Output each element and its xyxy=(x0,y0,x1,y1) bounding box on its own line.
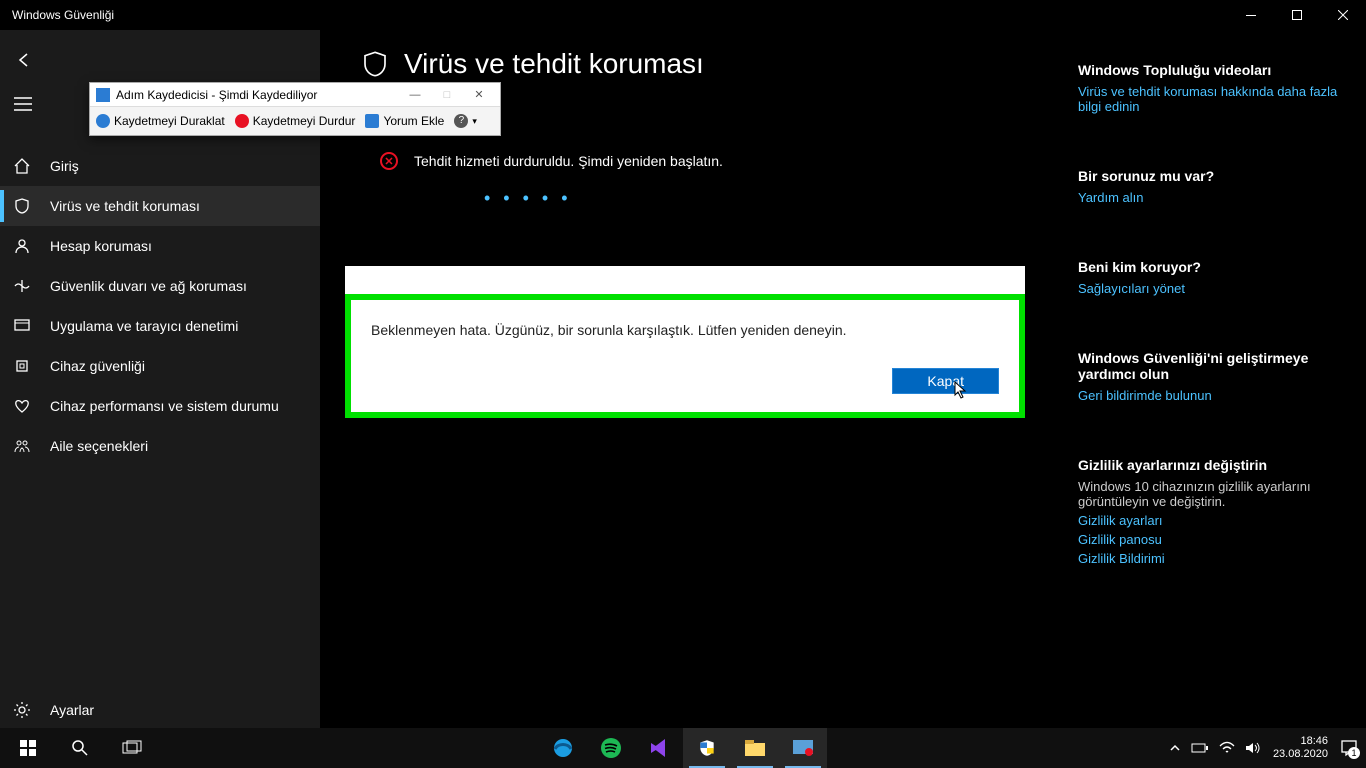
right-privacy-heading: Gizlilik ayarlarınızı değiştirin xyxy=(1078,457,1338,473)
right-privacy-statement-link[interactable]: Gizlilik Bildirimi xyxy=(1078,551,1338,566)
right-videos-link[interactable]: Virüs ve tehdit koruması hakkında daha f… xyxy=(1078,84,1338,114)
psr-comment-button[interactable]: Yorum Ekle xyxy=(365,114,444,128)
nav-label: Giriş xyxy=(50,158,79,174)
help-icon: ? xyxy=(454,114,468,128)
dialog-top-strip xyxy=(345,266,1025,294)
threat-status-row: ✕ Tehdit hizmeti durduruldu. Şimdi yenid… xyxy=(380,152,1026,170)
tray-sound-icon[interactable] xyxy=(1245,741,1261,755)
status-text: Tehdit hizmeti durduruldu. Şimdi yeniden… xyxy=(414,153,723,169)
nav-home[interactable]: Giriş xyxy=(0,146,320,186)
dropdown-icon: ▾ xyxy=(472,116,477,127)
chip-icon xyxy=(12,357,32,375)
right-question-heading: Bir sorunuz mu var? xyxy=(1078,168,1338,184)
taskbar-explorer[interactable] xyxy=(731,728,779,768)
taskbar-windows-security[interactable] xyxy=(683,728,731,768)
selection-indicator xyxy=(0,190,4,222)
family-icon xyxy=(12,437,32,455)
person-icon xyxy=(12,237,32,255)
right-help-link[interactable]: Yardım alın xyxy=(1078,190,1338,205)
psr-comment-label: Yorum Ekle xyxy=(383,114,444,128)
taskbar-steps-recorder[interactable] xyxy=(779,728,827,768)
nav-firewall[interactable]: Güvenlik duvarı ve ağ koruması xyxy=(0,266,320,306)
right-improve-heading: Windows Güvenliği'ni geliştirmeye yardım… xyxy=(1078,350,1338,382)
back-button[interactable] xyxy=(0,38,320,82)
psr-toolbar: Kaydetmeyi Duraklat Kaydetmeyi Durdur Yo… xyxy=(90,107,500,135)
window-title: Windows Güvenliği xyxy=(12,8,114,22)
tray-battery-icon[interactable] xyxy=(1191,742,1209,754)
nav-virus[interactable]: Virüs ve tehdit koruması xyxy=(0,186,320,226)
minimize-button[interactable] xyxy=(1228,0,1274,30)
action-center-button[interactable]: 1 xyxy=(1340,739,1358,757)
maximize-button[interactable] xyxy=(1274,0,1320,30)
nav-app[interactable]: Uygulama ve tarayıcı denetimi xyxy=(0,306,320,346)
start-button[interactable] xyxy=(4,728,52,768)
psr-title-text: Adım Kaydedicisi - Şimdi Kaydediliyor xyxy=(116,88,317,102)
sidebar: Giriş Virüs ve tehdit koruması Hesap kor… xyxy=(0,30,320,738)
nav-label: Cihaz performansı ve sistem durumu xyxy=(50,398,279,414)
steps-recorder-window[interactable]: Adım Kaydedicisi - Şimdi Kaydediliyor — … xyxy=(89,82,501,136)
nav-family[interactable]: Aile seçenekleri xyxy=(0,426,320,466)
taskbar-clock[interactable]: 18:46 23.08.2020 xyxy=(1273,735,1328,761)
pause-icon xyxy=(96,114,110,128)
right-privacy-dashboard-link[interactable]: Gizlilik panosu xyxy=(1078,532,1338,547)
shield-icon xyxy=(12,197,32,215)
nav-device[interactable]: Cihaz güvenliği xyxy=(0,346,320,386)
psr-stop-button[interactable]: Kaydetmeyi Durdur xyxy=(235,114,356,128)
error-icon: ✕ xyxy=(380,152,398,170)
network-icon xyxy=(12,277,32,295)
taskbar: 18:46 23.08.2020 1 xyxy=(0,728,1366,768)
psr-minimize-button[interactable]: — xyxy=(400,85,430,105)
nav-label: Ayarlar xyxy=(50,702,94,718)
tray-wifi-icon[interactable] xyxy=(1219,741,1235,755)
dialog-close-button[interactable]: Kapat xyxy=(892,368,999,394)
nav-label: Aile seçenekleri xyxy=(50,438,148,454)
stop-icon xyxy=(235,114,249,128)
shield-icon xyxy=(360,49,390,79)
right-panel: Windows Topluluğu videoları Virüs ve teh… xyxy=(1066,30,1366,738)
heart-icon xyxy=(12,397,32,415)
nav-label: Virüs ve tehdit koruması xyxy=(50,198,200,214)
error-dialog-region: Beklenmeyen hata. Üzgünüz, bir sorunla k… xyxy=(345,266,1025,418)
psr-app-icon xyxy=(96,88,110,102)
app-icon xyxy=(12,317,32,335)
comment-icon xyxy=(365,114,379,128)
nav-label: Güvenlik duvarı ve ağ koruması xyxy=(50,278,247,294)
psr-maximize-button[interactable]: □ xyxy=(432,85,462,105)
psr-pause-label: Kaydetmeyi Duraklat xyxy=(114,114,225,128)
psr-pause-button[interactable]: Kaydetmeyi Duraklat xyxy=(96,114,225,128)
clock-time: 18:46 xyxy=(1273,735,1328,748)
titlebar: Windows Güvenliği xyxy=(0,0,1366,30)
nav-label: Hesap koruması xyxy=(50,238,152,254)
right-privacy-text: Windows 10 cihazınızın gizlilik ayarları… xyxy=(1078,479,1338,509)
psr-titlebar[interactable]: Adım Kaydedicisi - Şimdi Kaydediliyor — … xyxy=(90,83,500,107)
nav-performance[interactable]: Cihaz performansı ve sistem durumu xyxy=(0,386,320,426)
psr-help-button[interactable]: ? ▾ xyxy=(454,114,477,128)
close-button[interactable] xyxy=(1320,0,1366,30)
right-videos-heading: Windows Topluluğu videoları xyxy=(1078,62,1338,78)
task-view-button[interactable] xyxy=(108,728,156,768)
psr-stop-label: Kaydetmeyi Durdur xyxy=(253,114,356,128)
loading-dots: • • • • • xyxy=(484,188,1026,209)
taskbar-edge[interactable] xyxy=(539,728,587,768)
home-icon xyxy=(12,157,32,175)
right-protect-heading: Beni kim koruyor? xyxy=(1078,259,1338,275)
right-privacy-settings-link[interactable]: Gizlilik ayarları xyxy=(1078,513,1338,528)
dialog-close-label: Kapat xyxy=(927,373,964,389)
error-dialog: Beklenmeyen hata. Üzgünüz, bir sorunla k… xyxy=(345,294,1025,418)
taskbar-visualstudio[interactable] xyxy=(635,728,683,768)
nav-label: Cihaz güvenliği xyxy=(50,358,145,374)
taskbar-spotify[interactable] xyxy=(587,728,635,768)
nav-settings[interactable]: Ayarlar xyxy=(0,690,320,730)
tray-chevron-up-icon[interactable] xyxy=(1169,742,1181,754)
gear-icon xyxy=(12,701,32,719)
nav-label: Uygulama ve tarayıcı denetimi xyxy=(50,318,238,334)
clock-date: 23.08.2020 xyxy=(1273,748,1328,761)
right-feedback-link[interactable]: Geri bildirimde bulunun xyxy=(1078,388,1338,403)
dialog-message: Beklenmeyen hata. Üzgünüz, bir sorunla k… xyxy=(371,322,999,338)
right-providers-link[interactable]: Sağlayıcıları yönet xyxy=(1078,281,1338,296)
nav-account[interactable]: Hesap koruması xyxy=(0,226,320,266)
psr-close-button[interactable]: ✕ xyxy=(464,85,494,105)
page-title: Virüs ve tehdit koruması xyxy=(404,48,704,80)
search-button[interactable] xyxy=(56,728,104,768)
